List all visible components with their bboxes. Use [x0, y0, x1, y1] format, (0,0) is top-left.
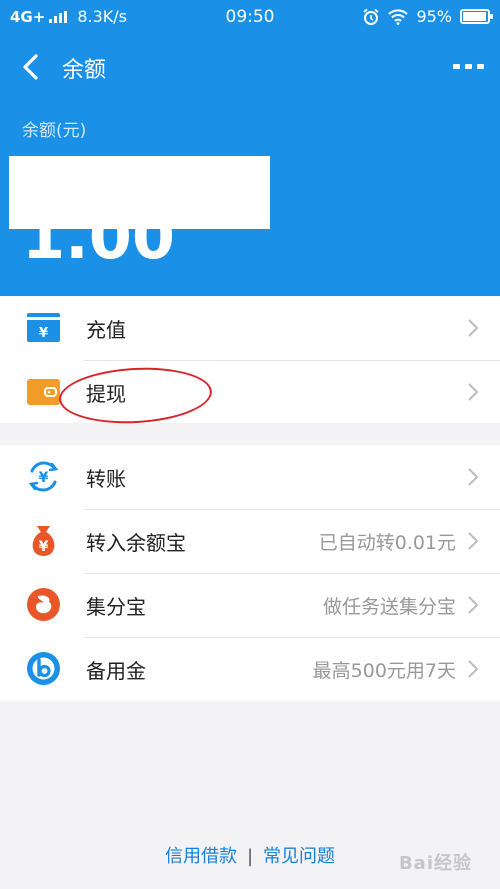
- wifi-icon: [388, 8, 409, 25]
- status-bar-right: 95%: [362, 7, 493, 26]
- chevron-right-icon: [468, 532, 479, 550]
- battery-percent: 95%: [416, 7, 452, 26]
- watermark: Bai经验: [398, 853, 472, 874]
- yuebao-status: 已自动转0.01元: [318, 531, 456, 554]
- chevron-right-icon: [468, 596, 479, 614]
- jifenbao-label: 集分宝: [86, 594, 146, 619]
- more-dot: [477, 63, 484, 69]
- faq-link[interactable]: 常见问题: [263, 846, 335, 867]
- chevron-right-icon: [468, 319, 479, 337]
- beiyongjin-label: 备用金: [86, 658, 146, 683]
- recharge-row[interactable]: ¥ 充值: [0, 296, 500, 360]
- transfer-icon: ¥: [28, 461, 59, 492]
- recharge-card-icon: ¥: [27, 313, 60, 342]
- beiyongjin-icon: [27, 652, 60, 685]
- transfer-row[interactable]: ¥ 转账: [0, 445, 500, 509]
- yuebao-label: 转入余额宝: [86, 530, 186, 555]
- recharge-label: 充值: [86, 317, 126, 342]
- chevron-right-icon: [468, 660, 479, 678]
- footer-separator: |: [246, 846, 254, 867]
- svg-text:¥: ¥: [39, 326, 48, 341]
- yuebao-row[interactable]: ¥ 转入余额宝 已自动转0.01元: [0, 509, 500, 573]
- jifenbao-row[interactable]: 集分宝 做任务送集分宝: [0, 573, 500, 637]
- redaction-box: [9, 156, 270, 229]
- chevron-right-icon: [468, 468, 479, 486]
- svg-text:¥: ¥: [39, 470, 49, 486]
- jifenbao-promo: 做任务送集分宝: [322, 595, 456, 618]
- wallet-icon: [27, 379, 60, 405]
- more-menu-icon[interactable]: [448, 56, 484, 76]
- money-bag-icon: ¥: [32, 526, 55, 556]
- credit-loan-link[interactable]: 信用借款: [165, 846, 237, 867]
- services-group: ¥ 转账 ¥ 转入余额宝 已自动转0.01元 集分宝 做任务送集分宝 备用金 最…: [0, 445, 500, 701]
- status-bar: 4G+ 8.3K/s 09:50 95%: [0, 0, 500, 34]
- balance-header: 余额 余额(元) 1.00: [0, 34, 500, 296]
- battery-fill: [463, 12, 486, 21]
- beiyongjin-row[interactable]: 备用金 最高500元用7天: [0, 637, 500, 701]
- svg-text:¥: ¥: [39, 539, 49, 555]
- balance-label: 余额(元): [22, 121, 87, 141]
- more-dot: [453, 63, 460, 69]
- alarm-icon: [363, 8, 380, 25]
- back-arrow-icon[interactable]: [14, 50, 48, 84]
- chevron-right-icon: [468, 383, 479, 401]
- transfer-label: 转账: [86, 466, 126, 491]
- more-dot: [465, 63, 472, 69]
- page-title: 余额: [62, 58, 107, 83]
- battery-icon: [460, 9, 493, 24]
- beiyongjin-promo: 最高500元用7天: [312, 659, 456, 682]
- jifenbao-icon: [27, 588, 60, 621]
